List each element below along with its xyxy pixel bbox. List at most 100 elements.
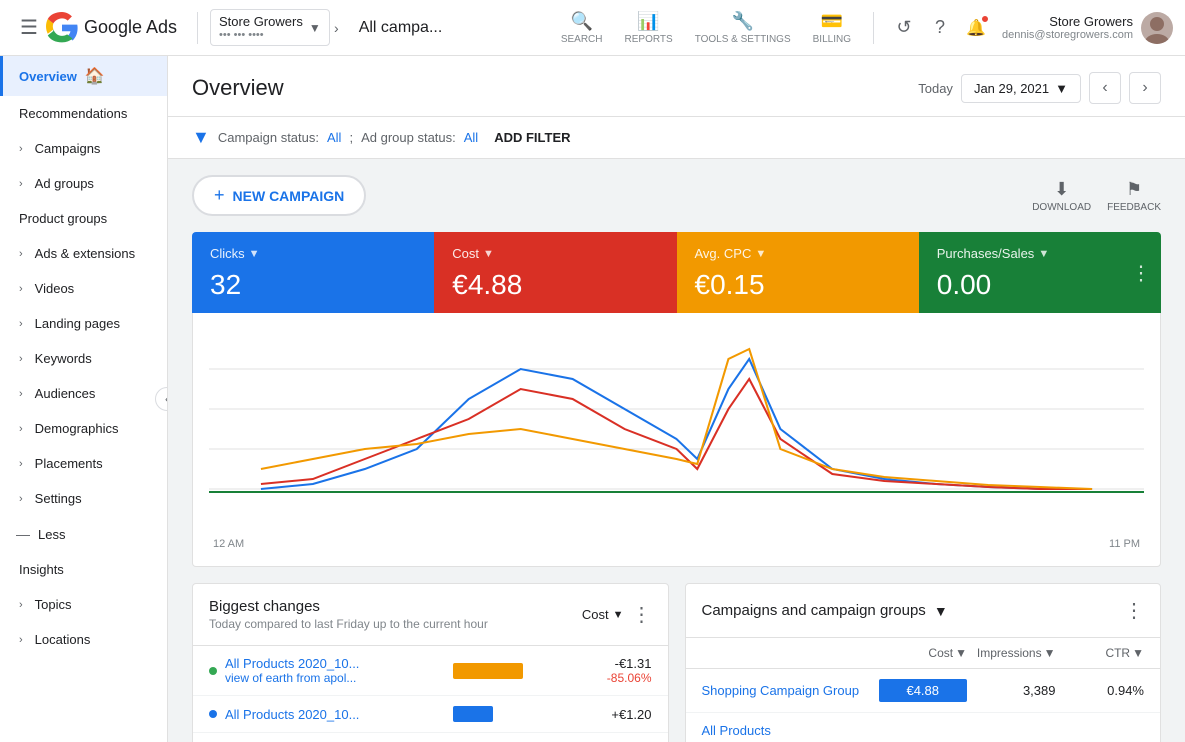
campaign-name-2[interactable]: All Products: [702, 723, 879, 738]
col-header-ctr[interactable]: CTR ▼: [1056, 646, 1145, 660]
google-logo-icon: [46, 12, 78, 44]
keywords-arrow-icon: ›: [19, 353, 23, 365]
avatar-icon: [1141, 12, 1173, 44]
metric-avg-cpc-label: Avg. CPC: [695, 246, 752, 261]
user-menu[interactable]: Store Growers dennis@storegrowers.com: [1002, 12, 1173, 44]
account-selector[interactable]: Store Growers ••• ••• •••• ▼: [210, 9, 330, 46]
metric-cost[interactable]: Cost ▼ €4.88: [434, 232, 676, 313]
date-controls: Today Jan 29, 2021 ▼ ‹ ›: [918, 72, 1161, 104]
row-campaign-name-2[interactable]: All Products 2020_10...: [225, 707, 385, 722]
campaign-impressions-1: 3,389: [967, 683, 1056, 698]
notifications-button[interactable]: 🔔: [958, 10, 994, 46]
feedback-icon: ⚑: [1126, 179, 1142, 200]
today-label: Today: [918, 81, 953, 96]
sidebar-less-collapse[interactable]: — Less: [0, 516, 167, 552]
ad-group-status-link[interactable]: All: [464, 130, 478, 145]
campaigns-panel-arrow-icon: ▼: [934, 603, 948, 619]
sidebar-item-campaigns[interactable]: › Campaigns: [0, 131, 167, 166]
feedback-button[interactable]: ⚑ FEEDBACK: [1107, 179, 1161, 213]
reports-nav-btn[interactable]: 📊 REPORTS: [615, 5, 683, 51]
biggest-changes-dropdown[interactable]: Cost ▼: [582, 607, 624, 622]
campaign-ctr-1: 0.94%: [1056, 683, 1145, 698]
sidebar-item-adgroups[interactable]: › Ad groups: [0, 166, 167, 201]
hamburger-menu[interactable]: ☰: [12, 7, 46, 48]
search-label: SEARCH: [561, 34, 603, 45]
user-avatar[interactable]: [1141, 12, 1173, 44]
account-id: ••• ••• ••••: [219, 29, 303, 41]
campaign-cost-1: €4.88: [879, 679, 968, 702]
notification-badge: [980, 14, 990, 24]
sidebar-item-audiences[interactable]: › Audiences: [0, 376, 167, 411]
sidebar-item-ads-extensions[interactable]: › Ads & extensions: [0, 236, 167, 271]
campaign-status-link[interactable]: All: [327, 130, 341, 145]
new-campaign-label: NEW CAMPAIGN: [233, 188, 345, 204]
landing-label: Landing pages: [35, 316, 120, 331]
settings-arrow-icon: ›: [19, 493, 23, 505]
row-campaign-sub-1[interactable]: view of earth from apol...: [225, 671, 385, 685]
campaigns-table-header: Cost ▼ Impressions ▼ CTR ▼: [686, 638, 1161, 669]
date-dropdown-icon: ▼: [1055, 81, 1068, 96]
chart-area: 12 AM 11 PM: [192, 313, 1161, 567]
metric-clicks-label: Clicks: [210, 246, 245, 261]
sidebar-item-keywords[interactable]: › Keywords: [0, 341, 167, 376]
sidebar-item-settings[interactable]: › Settings: [0, 481, 167, 516]
metric-avg-cpc[interactable]: Avg. CPC ▼ €0.15: [677, 232, 919, 313]
metric-cost-value: €4.88: [452, 269, 658, 301]
billing-nav-btn[interactable]: 💳 BILLING: [803, 5, 861, 51]
feedback-label: FEEDBACK: [1107, 202, 1161, 213]
sidebar-item-demographics[interactable]: › Demographics: [0, 411, 167, 446]
sidebar-item-placements[interactable]: › Placements: [0, 446, 167, 481]
billing-label: BILLING: [813, 34, 851, 45]
add-filter-button[interactable]: ADD FILTER: [494, 130, 570, 145]
col-header-cost[interactable]: Cost ▼: [879, 646, 968, 660]
user-email: dennis@storegrowers.com: [1002, 29, 1133, 41]
row-campaign-name-1[interactable]: All Products 2020_10...: [225, 656, 385, 671]
download-button[interactable]: ⬇ DOWNLOAD: [1032, 179, 1091, 213]
date-picker-button[interactable]: Jan 29, 2021 ▼: [961, 74, 1081, 103]
metric-purchases[interactable]: Purchases/Sales ▼ 0.00 ⋮: [919, 232, 1161, 313]
sidebar-item-locations[interactable]: › Locations: [0, 622, 167, 657]
campaigns-panel-more-button[interactable]: ⋮: [1124, 598, 1144, 623]
audiences-label: Audiences: [35, 386, 96, 401]
biggest-changes-title-group: Biggest changes Today compared to last F…: [209, 598, 488, 631]
metric-more-button[interactable]: ⋮: [1131, 260, 1151, 285]
sidebar-item-landing-pages[interactable]: › Landing pages: [0, 306, 167, 341]
campaign-selector[interactable]: All campa...: [359, 19, 535, 37]
date-next-button[interactable]: ›: [1129, 72, 1161, 104]
col-header-impressions[interactable]: Impressions ▼: [967, 646, 1056, 660]
tools-nav-btn[interactable]: 🔧 TOOLS & SETTINGS: [685, 5, 801, 51]
chart-x-start: 12 AM: [213, 538, 244, 550]
chart-x-axis: 12 AM 11 PM: [209, 538, 1144, 550]
date-value: Jan 29, 2021: [974, 81, 1049, 96]
recommendations-label: Recommendations: [19, 106, 127, 121]
sidebar-item-recommendations[interactable]: Recommendations: [0, 96, 167, 131]
sidebar-item-product-groups[interactable]: Product groups: [0, 201, 167, 236]
bottom-panels: Biggest changes Today compared to last F…: [192, 583, 1161, 742]
sidebar-item-insights[interactable]: Insights: [0, 552, 167, 587]
home-icon: 🏠: [85, 66, 105, 86]
search-nav-btn[interactable]: 🔍 SEARCH: [551, 5, 613, 51]
sidebar: Overview 🏠 Recommendations › Campaigns ›…: [0, 56, 168, 742]
app-logo: Google Ads: [46, 12, 177, 44]
help-button[interactable]: ?: [922, 10, 958, 46]
toolbar: + NEW CAMPAIGN ⬇ DOWNLOAD ⚑ FEEDBACK: [192, 175, 1161, 216]
sidebar-item-overview[interactable]: Overview 🏠: [0, 56, 167, 96]
campaigns-panel-dropdown[interactable]: Campaigns and campaign groups ▼: [702, 602, 948, 619]
sidebar-item-topics[interactable]: › Topics: [0, 587, 167, 622]
videos-arrow-icon: ›: [19, 283, 23, 295]
table-row: All Products: [686, 713, 1161, 742]
campaign-name-1[interactable]: Shopping Campaign Group: [702, 683, 879, 698]
refresh-button[interactable]: ↺: [886, 10, 922, 46]
status-dot-blue: [209, 710, 217, 718]
campaigns-arrow-icon: ›: [19, 143, 23, 155]
sidebar-item-videos[interactable]: › Videos: [0, 271, 167, 306]
metrics-row: Clicks ▼ 32 Cost ▼ €4.88 Avg. CPC ▼: [192, 232, 1161, 313]
tools-icon: 🔧: [731, 11, 753, 32]
new-campaign-button[interactable]: + NEW CAMPAIGN: [192, 175, 366, 216]
campaigns-label: Campaigns: [35, 141, 101, 156]
date-prev-button[interactable]: ‹: [1089, 72, 1121, 104]
metric-clicks[interactable]: Clicks ▼ 32: [192, 232, 434, 313]
billing-icon: 💳: [821, 11, 843, 32]
biggest-changes-more-button[interactable]: ⋮: [632, 602, 652, 627]
audiences-arrow-icon: ›: [19, 388, 23, 400]
